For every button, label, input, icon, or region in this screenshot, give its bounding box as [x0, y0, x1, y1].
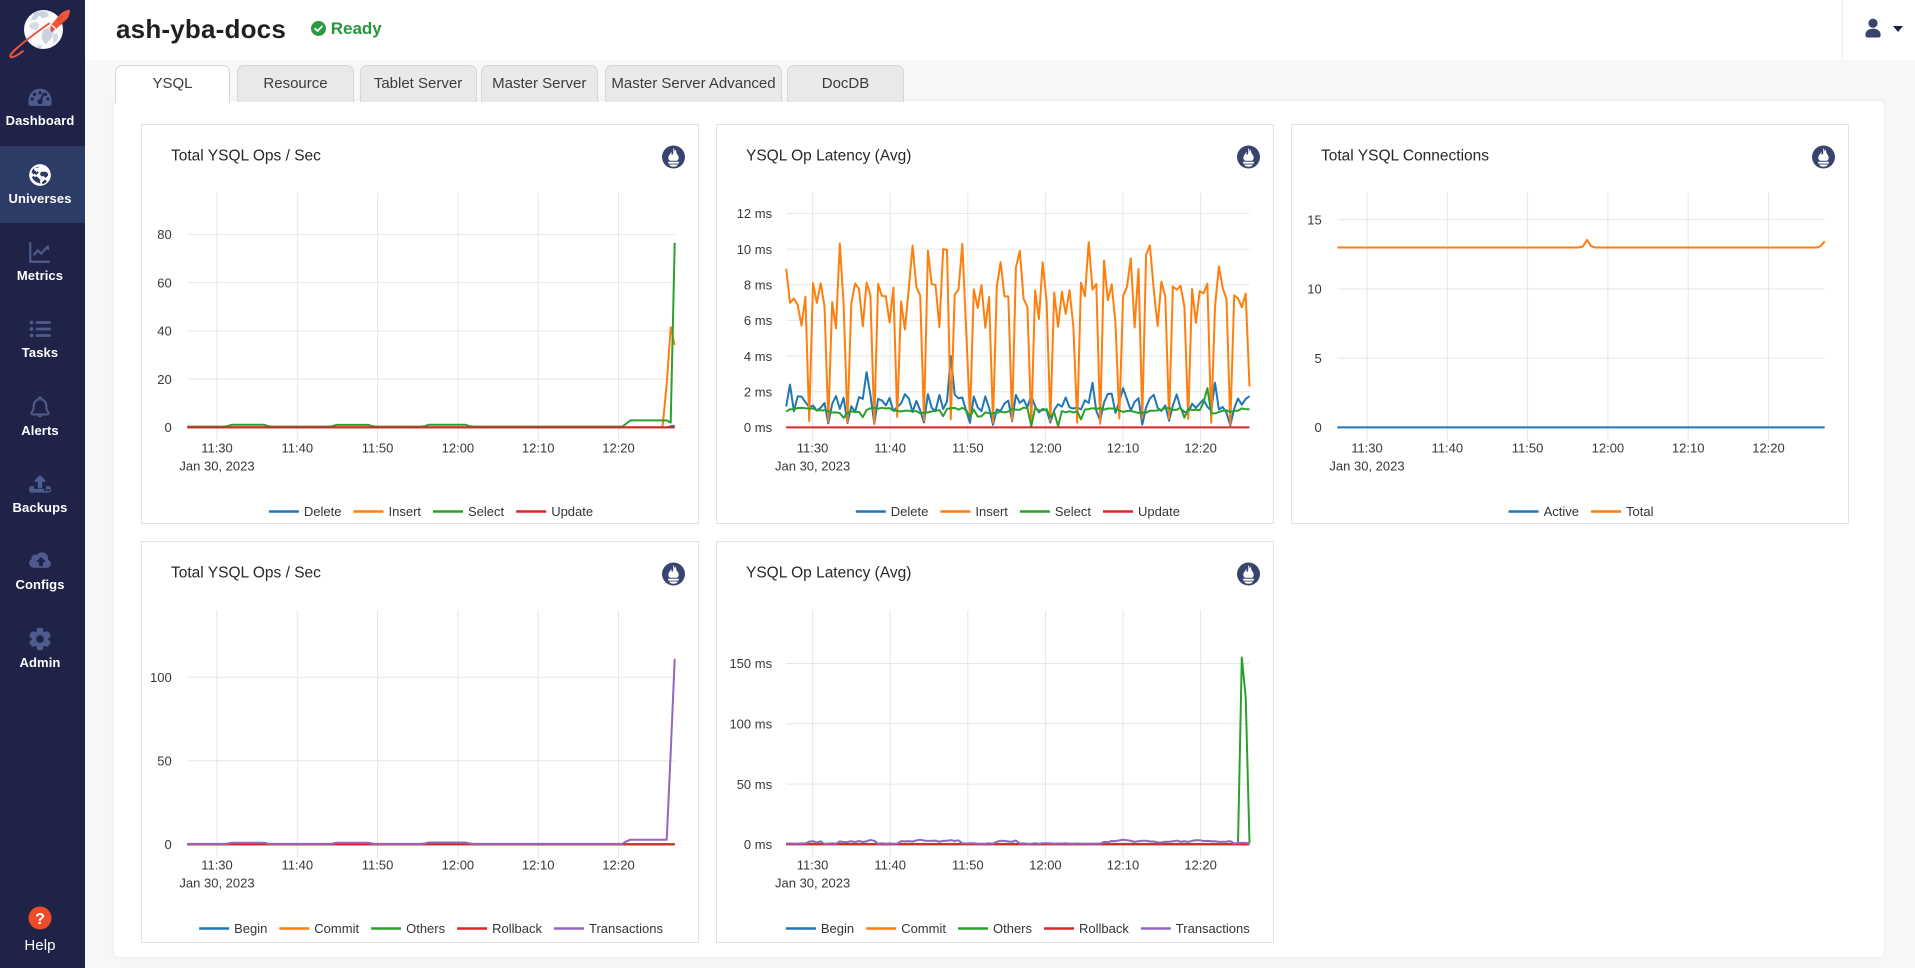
svg-text:10 ms: 10 ms	[737, 242, 773, 257]
svg-text:?: ?	[35, 911, 45, 928]
svg-text:11:50: 11:50	[952, 858, 984, 873]
svg-text:6 ms: 6 ms	[744, 313, 773, 328]
svg-text:60: 60	[157, 275, 171, 290]
svg-text:Select: Select	[1055, 504, 1092, 519]
svg-text:11:30: 11:30	[797, 441, 829, 456]
svg-text:YSQL Op Latency (Avg): YSQL Op Latency (Avg)	[746, 148, 911, 165]
svg-text:11:50: 11:50	[362, 858, 394, 873]
svg-text:11:40: 11:40	[282, 858, 314, 873]
svg-text:YSQL Op Latency (Avg): YSQL Op Latency (Avg)	[746, 565, 911, 582]
svg-text:11:30: 11:30	[1351, 441, 1383, 456]
svg-text:12:20: 12:20	[1184, 858, 1217, 873]
svg-text:0: 0	[164, 420, 171, 435]
svg-text:Select: Select	[468, 504, 505, 519]
svg-text:12:10: 12:10	[522, 441, 555, 456]
svg-text:11:50: 11:50	[1512, 441, 1544, 456]
svg-text:12:10: 12:10	[522, 858, 555, 873]
svg-text:Others: Others	[993, 921, 1033, 936]
svg-text:Rollback: Rollback	[492, 921, 542, 936]
svg-text:Rollback: Rollback	[1079, 921, 1129, 936]
svg-text:11:30: 11:30	[201, 441, 233, 456]
svg-text:Total YSQL Connections: Total YSQL Connections	[1321, 148, 1489, 165]
svg-text:Delete: Delete	[891, 504, 929, 519]
svg-text:12:10: 12:10	[1107, 441, 1140, 456]
svg-text:Total YSQL Ops / Sec: Total YSQL Ops / Sec	[171, 565, 321, 582]
svg-text:50: 50	[157, 754, 171, 769]
svg-text:Active: Active	[1544, 504, 1579, 519]
svg-text:Jan 30, 2023: Jan 30, 2023	[1329, 459, 1404, 474]
svg-text:Jan 30, 2023: Jan 30, 2023	[179, 459, 254, 474]
svg-text:8 ms: 8 ms	[744, 278, 773, 293]
svg-text:11:30: 11:30	[201, 858, 233, 873]
svg-text:Total YSQL Ops / Sec: Total YSQL Ops / Sec	[171, 148, 321, 165]
svg-text:0: 0	[164, 837, 171, 852]
svg-text:11:40: 11:40	[282, 441, 314, 456]
svg-text:Update: Update	[1138, 504, 1180, 519]
svg-text:Insert: Insert	[389, 504, 422, 519]
svg-text:Transactions: Transactions	[1176, 921, 1250, 936]
svg-text:20: 20	[157, 372, 171, 387]
svg-text:Commit: Commit	[901, 921, 946, 936]
svg-text:Begin: Begin	[821, 921, 854, 936]
svg-text:12 ms: 12 ms	[737, 206, 773, 221]
svg-text:Jan 30, 2023: Jan 30, 2023	[179, 876, 254, 891]
svg-text:Others: Others	[406, 921, 446, 936]
svg-text:0 ms: 0 ms	[744, 837, 773, 852]
svg-text:12:20: 12:20	[1184, 441, 1217, 456]
svg-text:11:40: 11:40	[874, 858, 906, 873]
svg-text:12:00: 12:00	[1592, 441, 1625, 456]
svg-text:11:30: 11:30	[797, 858, 829, 873]
svg-text:11:40: 11:40	[1432, 441, 1464, 456]
svg-text:10: 10	[1307, 282, 1321, 297]
svg-text:12:10: 12:10	[1107, 858, 1140, 873]
svg-text:2 ms: 2 ms	[744, 384, 773, 399]
svg-text:4 ms: 4 ms	[744, 349, 773, 364]
svg-text:15: 15	[1307, 213, 1321, 228]
svg-text:150 ms: 150 ms	[729, 656, 772, 671]
svg-text:Update: Update	[551, 504, 593, 519]
svg-text:100 ms: 100 ms	[729, 717, 772, 732]
svg-text:12:00: 12:00	[1029, 858, 1062, 873]
svg-text:Commit: Commit	[314, 921, 359, 936]
svg-text:12:20: 12:20	[602, 858, 635, 873]
svg-text:40: 40	[157, 324, 171, 339]
svg-text:0 ms: 0 ms	[744, 420, 773, 435]
svg-text:11:50: 11:50	[952, 441, 984, 456]
svg-text:Delete: Delete	[304, 504, 342, 519]
svg-text:100: 100	[150, 670, 172, 685]
svg-text:Transactions: Transactions	[589, 921, 663, 936]
svg-text:50 ms: 50 ms	[737, 777, 773, 792]
svg-text:Begin: Begin	[234, 921, 267, 936]
svg-text:0: 0	[1314, 420, 1321, 435]
svg-text:12:00: 12:00	[442, 441, 475, 456]
svg-text:12:00: 12:00	[442, 858, 475, 873]
svg-text:Jan 30, 2023: Jan 30, 2023	[775, 459, 850, 474]
svg-text:12:20: 12:20	[602, 441, 635, 456]
svg-text:80: 80	[157, 227, 171, 242]
svg-text:12:10: 12:10	[1672, 441, 1705, 456]
svg-text:Insert: Insert	[975, 504, 1008, 519]
svg-text:Jan 30, 2023: Jan 30, 2023	[775, 876, 850, 891]
svg-text:12:20: 12:20	[1752, 441, 1785, 456]
svg-text:11:50: 11:50	[362, 441, 394, 456]
svg-text:11:40: 11:40	[874, 441, 906, 456]
svg-text:Total: Total	[1626, 504, 1654, 519]
svg-text:12:00: 12:00	[1029, 441, 1062, 456]
svg-text:5: 5	[1314, 351, 1321, 366]
